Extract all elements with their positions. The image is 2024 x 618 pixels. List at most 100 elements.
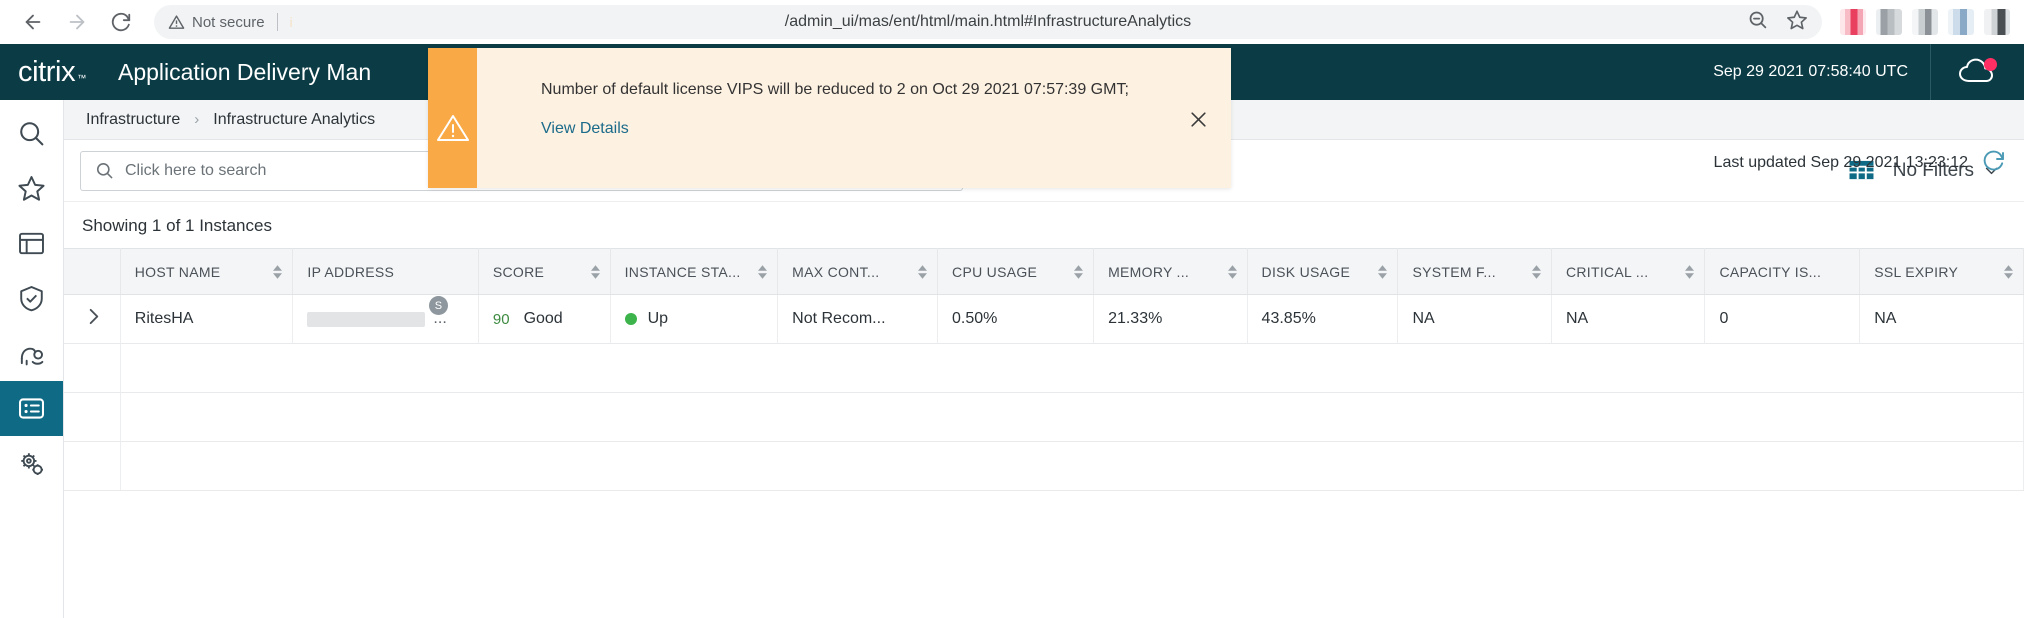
shield-check-icon	[20, 286, 43, 312]
sidebar-item-favorites[interactable]	[0, 161, 63, 216]
cell-system-failure: NA	[1397, 294, 1552, 344]
sort-arrows-icon[interactable]	[590, 264, 600, 279]
column-label: DISK USAGE	[1261, 263, 1351, 280]
sort-arrows-icon[interactable]	[1531, 264, 1541, 279]
sort-arrows-icon[interactable]	[1378, 264, 1388, 279]
table-header-capacity-issues[interactable]: CAPACITY IS...	[1704, 248, 1861, 295]
table-header-cpu-usage[interactable]: CPU USAGE	[937, 248, 1095, 295]
score-value: 90	[492, 310, 510, 328]
table-header-disk-usage[interactable]: DISK USAGE	[1247, 248, 1399, 295]
column-label: INSTANCE STA...	[624, 263, 741, 280]
extension-icon-1[interactable]	[1840, 9, 1866, 35]
cell-score: 90 Good	[478, 294, 611, 344]
cell-disk-usage: 43.85%	[1247, 294, 1399, 344]
last-updated-label: Last updated Sep 29 2021 13:23:12	[1713, 153, 1968, 171]
sort-arrows-icon[interactable]	[1074, 264, 1084, 279]
table-header-expander	[64, 248, 121, 295]
table-header-memory-usage[interactable]: MEMORY ...	[1093, 248, 1248, 295]
security-indicator[interactable]: Not secure	[168, 14, 265, 31]
browser-forward-button[interactable]	[58, 3, 96, 41]
table-header-score[interactable]: SCORE	[478, 248, 611, 295]
omnibox-divider	[276, 13, 278, 31]
search-icon	[96, 162, 113, 179]
citrix-logo[interactable]: citrix ™	[0, 56, 118, 89]
address-bar[interactable]: Not secure i /admin_ui/mas/ent/html/main…	[154, 5, 1822, 39]
notification-banner: Number of default license VIPS will be r…	[428, 48, 1231, 188]
extension-icons	[1834, 9, 2010, 35]
extension-icon-3[interactable]	[1912, 9, 1938, 35]
table-header-instance-status[interactable]: INSTANCE STA...	[610, 248, 779, 295]
sort-arrows-icon[interactable]	[1685, 264, 1695, 279]
sidebar-item-applications[interactable]	[0, 216, 63, 271]
notification-message: Number of default license VIPS will be r…	[541, 81, 1129, 98]
cell-max-content: Not Recom...	[777, 294, 939, 344]
sidebar-rail	[0, 100, 64, 618]
column-label: SCORE	[492, 263, 545, 280]
column-label: CRITICAL ...	[1565, 263, 1649, 280]
table-row-empty	[64, 441, 2024, 491]
table-header-host-name[interactable]: HOST NAME	[120, 248, 294, 295]
status-dot-icon	[624, 313, 637, 325]
breadcrumb-item-infrastructure-analytics: Infrastructure Analytics	[213, 110, 376, 128]
warning-triangle-icon	[436, 113, 470, 148]
gears-icon	[20, 452, 43, 475]
cell-ip-address: ... S	[292, 294, 479, 344]
row-expander-button[interactable]	[64, 294, 121, 344]
cell-cpu-usage: 0.50%	[937, 294, 1095, 344]
notification-dot	[1983, 58, 1997, 71]
table-row-empty	[64, 392, 2024, 442]
list-icon	[18, 398, 45, 419]
extension-icon-4[interactable]	[1948, 9, 1974, 35]
close-icon[interactable]	[1185, 106, 1211, 132]
security-label: Not secure	[192, 13, 265, 31]
table-header-ssl-expiry[interactable]: SSL EXPIRY	[1859, 248, 2024, 295]
cloud-status-button[interactable]	[1930, 44, 2024, 100]
notification-stripe	[428, 48, 477, 188]
sort-arrows-icon[interactable]	[758, 264, 768, 279]
cell-instance-status: Up	[610, 294, 779, 344]
chevron-right-icon[interactable]	[87, 308, 100, 329]
column-label: IP ADDRESS	[307, 263, 395, 280]
breadcrumb-item-infrastructure[interactable]: Infrastructure	[86, 111, 180, 129]
column-label: MAX CONT...	[792, 263, 880, 280]
view-details-link[interactable]: View Details	[541, 120, 629, 138]
sort-arrows-icon[interactable]	[2004, 264, 2013, 279]
sort-arrows-icon[interactable]	[1227, 264, 1237, 279]
sidebar-item-infrastructure[interactable]	[0, 381, 63, 436]
browser-back-button[interactable]	[14, 3, 52, 41]
page-title: Application Delivery Man	[118, 58, 372, 85]
cell-ssl-expiry: NA	[1859, 294, 2024, 344]
sidebar-item-security[interactable]	[0, 271, 63, 326]
column-label: CPU USAGE	[952, 263, 1038, 280]
table-row-empty	[64, 343, 2024, 393]
sidebar-item-search[interactable]	[0, 106, 63, 161]
refresh-icon[interactable]	[1982, 148, 2006, 177]
brand-name: citrix	[18, 55, 76, 88]
zoom-out-icon[interactable]	[1747, 9, 1768, 35]
header-datetime: Sep 29 2021 07:58:40 UTC	[1713, 63, 1908, 80]
table-row[interactable]: RitesHA ... S 90 Good Up Not Recom... 0.…	[64, 294, 2024, 344]
table-header-max-content[interactable]: MAX CONT...	[777, 248, 939, 295]
ip-badge: S	[428, 296, 448, 315]
extension-icon-2[interactable]	[1876, 9, 1902, 35]
sidebar-item-orchestration[interactable]	[0, 326, 63, 381]
column-label: SSL EXPIRY	[1874, 263, 1959, 280]
sort-arrows-icon[interactable]	[918, 264, 928, 279]
column-label: HOST NAME	[134, 263, 221, 280]
instances-table: HOST NAME IP ADDRESS SCORE INSTANCE STA.…	[64, 248, 2024, 491]
table-header-row: HOST NAME IP ADDRESS SCORE INSTANCE STA.…	[64, 248, 2024, 295]
table-header-ip-address[interactable]: IP ADDRESS	[292, 248, 479, 295]
browser-reload-button[interactable]	[102, 3, 140, 41]
table-header-critical-events[interactable]: CRITICAL ...	[1551, 248, 1706, 295]
sidebar-item-settings[interactable]	[0, 436, 63, 491]
browser-toolbar: Not secure i /admin_ui/mas/ent/html/main…	[0, 0, 2024, 44]
column-label: MEMORY ...	[1108, 263, 1190, 280]
column-label: SYSTEM F...	[1412, 263, 1496, 280]
sort-arrows-icon[interactable]	[273, 264, 283, 279]
star-icon[interactable]	[1786, 9, 1808, 36]
table-header-system-failure[interactable]: SYSTEM F...	[1397, 248, 1552, 295]
results-count: Showing 1 of 1 Instances	[82, 216, 272, 235]
search-placeholder: Click here to search	[125, 161, 267, 179]
extension-icon-5[interactable]	[1984, 9, 2010, 35]
cell-capacity-issues: 0	[1704, 294, 1861, 344]
